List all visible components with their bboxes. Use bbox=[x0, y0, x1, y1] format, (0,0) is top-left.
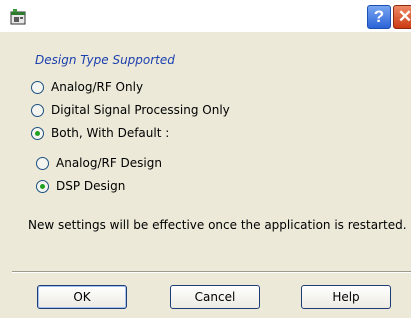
radio-button-checked[interactable] bbox=[36, 179, 49, 193]
close-title-button[interactable]: ✕ bbox=[393, 5, 411, 29]
option-analog-rf-only[interactable]: Analog/RF Only bbox=[31, 78, 143, 96]
cancel-button[interactable]: Cancel bbox=[170, 285, 260, 309]
separator bbox=[12, 271, 411, 273]
ok-button[interactable]: OK bbox=[37, 285, 127, 309]
option-label: Both, With Default : bbox=[51, 126, 170, 140]
app-window-icon bbox=[10, 9, 26, 25]
default-option-analog-rf-design[interactable]: Analog/RF Design bbox=[36, 154, 162, 172]
radio-button-checked[interactable] bbox=[31, 126, 44, 140]
help-title-button[interactable]: ? bbox=[367, 5, 391, 29]
title-bar: ? ✕ bbox=[0, 0, 411, 32]
default-option-dsp-design[interactable]: DSP Design bbox=[36, 177, 125, 195]
radio-button[interactable] bbox=[31, 80, 44, 94]
option-label: Analog/RF Only bbox=[51, 80, 144, 94]
restart-note: New settings will be effective once the … bbox=[28, 218, 407, 232]
option-dsp-only[interactable]: Digital Signal Processing Only bbox=[31, 101, 230, 119]
radio-button[interactable] bbox=[36, 156, 49, 170]
option-both-with-default[interactable]: Both, With Default : bbox=[31, 124, 169, 142]
option-label: Digital Signal Processing Only bbox=[51, 103, 230, 117]
radio-button[interactable] bbox=[31, 103, 44, 117]
option-label: Analog/RF Design bbox=[56, 156, 162, 170]
group-label-design-type: Design Type Supported bbox=[35, 53, 175, 67]
help-button[interactable]: Help bbox=[301, 285, 391, 309]
option-label: DSP Design bbox=[56, 179, 126, 193]
